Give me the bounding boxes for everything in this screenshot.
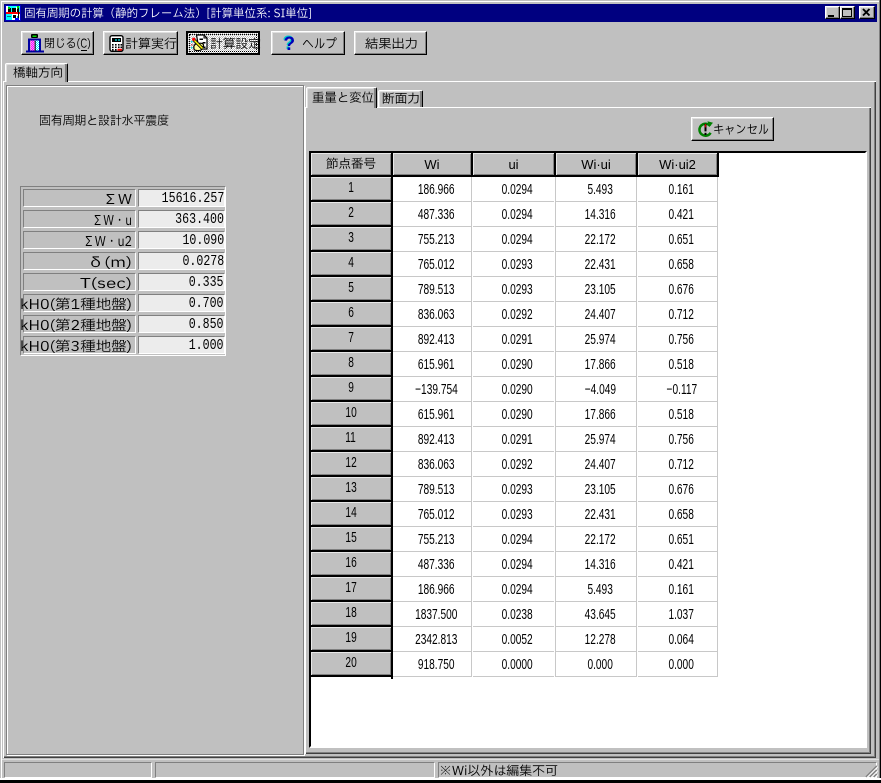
svg-text:?: ? (284, 34, 296, 54)
